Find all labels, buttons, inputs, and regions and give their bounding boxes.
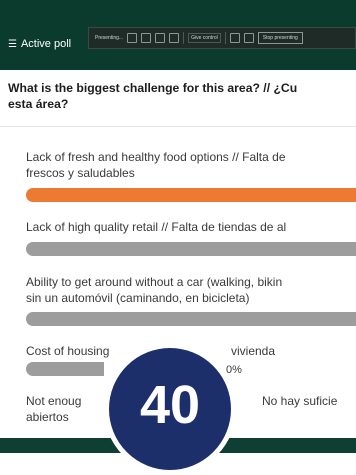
tab-icon[interactable] xyxy=(169,33,180,43)
divider xyxy=(224,32,226,44)
poll-option-1-bar xyxy=(26,188,356,202)
poll-option-3-bar xyxy=(26,312,356,326)
option-3-line-1: Ability to get around without a car (wal… xyxy=(26,275,283,289)
option-2-line-1: Lack of high quality retail // Falta de … xyxy=(26,220,287,234)
poll-question: What is the biggest challenge for this a… xyxy=(8,80,356,112)
poll-option-2-bar xyxy=(26,242,356,256)
list-icon: ☰ xyxy=(8,38,17,50)
divider xyxy=(0,126,356,127)
pen-icon[interactable] xyxy=(229,33,240,43)
option-5-label-right: No hay suficie xyxy=(262,394,338,408)
option-1-line-1: Lack of fresh and healthy food options /… xyxy=(26,150,286,164)
active-poll-title: ☰ Active poll xyxy=(8,38,71,50)
countdown-badge: 40 xyxy=(104,343,236,475)
question-line-1: What is the biggest challenge for this a… xyxy=(8,81,298,95)
option-5-label-left: Not enoug xyxy=(26,394,82,408)
stop-presenting-button[interactable]: Stop presenting xyxy=(257,32,303,44)
option-4-label-left: Cost of housing xyxy=(26,344,110,358)
screen-icon[interactable] xyxy=(127,33,138,43)
poll-option-2: Lack of high quality retail // Falta de … xyxy=(26,219,356,235)
presenting-toolbar: Presenting... Give control Stop presenti… xyxy=(88,27,356,49)
divider xyxy=(183,32,185,44)
poll-option-1: Lack of fresh and healthy food options /… xyxy=(26,149,356,181)
option-4-label-right: vivienda xyxy=(231,344,276,358)
option-3-line-2: sin un automóvil (caminando, en biciclet… xyxy=(26,291,250,305)
poll-option-4-bar xyxy=(26,362,104,376)
meeting-header: Presenting... Give control Stop presenti… xyxy=(0,0,356,70)
give-control-button[interactable]: Give control xyxy=(188,33,221,43)
question-line-2: esta área? xyxy=(8,97,69,111)
active-poll-label: Active poll xyxy=(20,38,72,50)
option-4-percent: 0% xyxy=(226,364,242,376)
layout-icon[interactable] xyxy=(155,33,166,43)
presenting-label: Presenting... xyxy=(95,35,124,41)
pin-icon[interactable] xyxy=(243,33,254,43)
poll-option-3: Ability to get around without a car (wal… xyxy=(26,274,356,306)
option-1-line-2: frescos y saludables xyxy=(26,166,135,180)
window-icon[interactable] xyxy=(141,33,152,43)
countdown-number: 40 xyxy=(139,375,201,435)
